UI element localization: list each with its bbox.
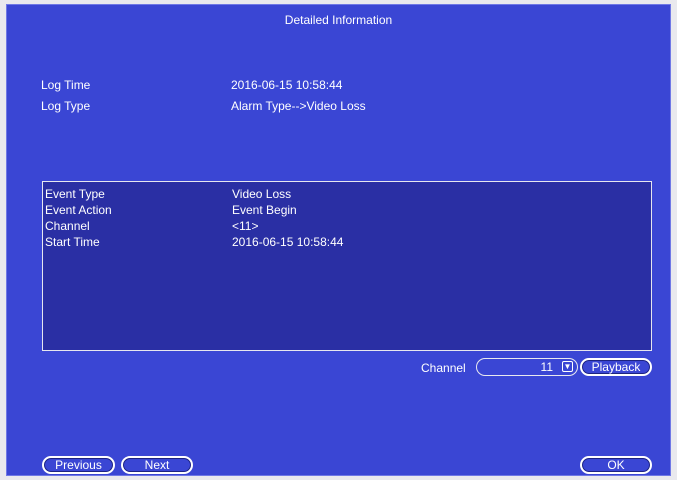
detail-value: 2016-06-15 10:58:44 (232, 235, 344, 249)
detail-row-start-time: Start Time 2016-06-15 10:58:44 (45, 235, 651, 251)
detail-key: Event Action (45, 203, 112, 217)
previous-button[interactable]: Previous (42, 456, 115, 474)
playback-button[interactable]: Playback (580, 358, 652, 376)
event-details-panel[interactable]: Event Type Video Loss Event Action Event… (42, 181, 652, 351)
log-type-value: Alarm Type-->Video Loss (231, 99, 366, 113)
channel-label: Channel (421, 361, 466, 375)
ok-button[interactable]: OK (580, 456, 652, 474)
channel-select-value: 11 (540, 360, 553, 374)
detailed-information-dialog: Detailed Information Log Time 2016-06-15… (6, 4, 671, 476)
log-time-label: Log Time (41, 78, 91, 92)
log-time-value: 2016-06-15 10:58:44 (231, 78, 343, 92)
dialog-title: Detailed Information (284, 13, 393, 27)
channel-select[interactable]: 11 ▼ (476, 358, 578, 376)
detail-row-event-action: Event Action Event Begin (45, 203, 651, 219)
detail-value: Event Begin (232, 203, 297, 217)
detail-value: <11> (232, 219, 259, 233)
chevron-down-icon[interactable]: ▼ (562, 361, 573, 372)
detail-key: Start Time (45, 235, 100, 249)
detail-value: Video Loss (232, 187, 292, 201)
detail-row-channel: Channel <11> (45, 219, 651, 235)
detail-row-event-type: Event Type Video Loss (45, 187, 651, 203)
detail-key: Channel (45, 219, 90, 233)
next-button[interactable]: Next (121, 456, 193, 474)
detail-key: Event Type (45, 187, 105, 201)
log-type-label: Log Type (41, 99, 91, 113)
